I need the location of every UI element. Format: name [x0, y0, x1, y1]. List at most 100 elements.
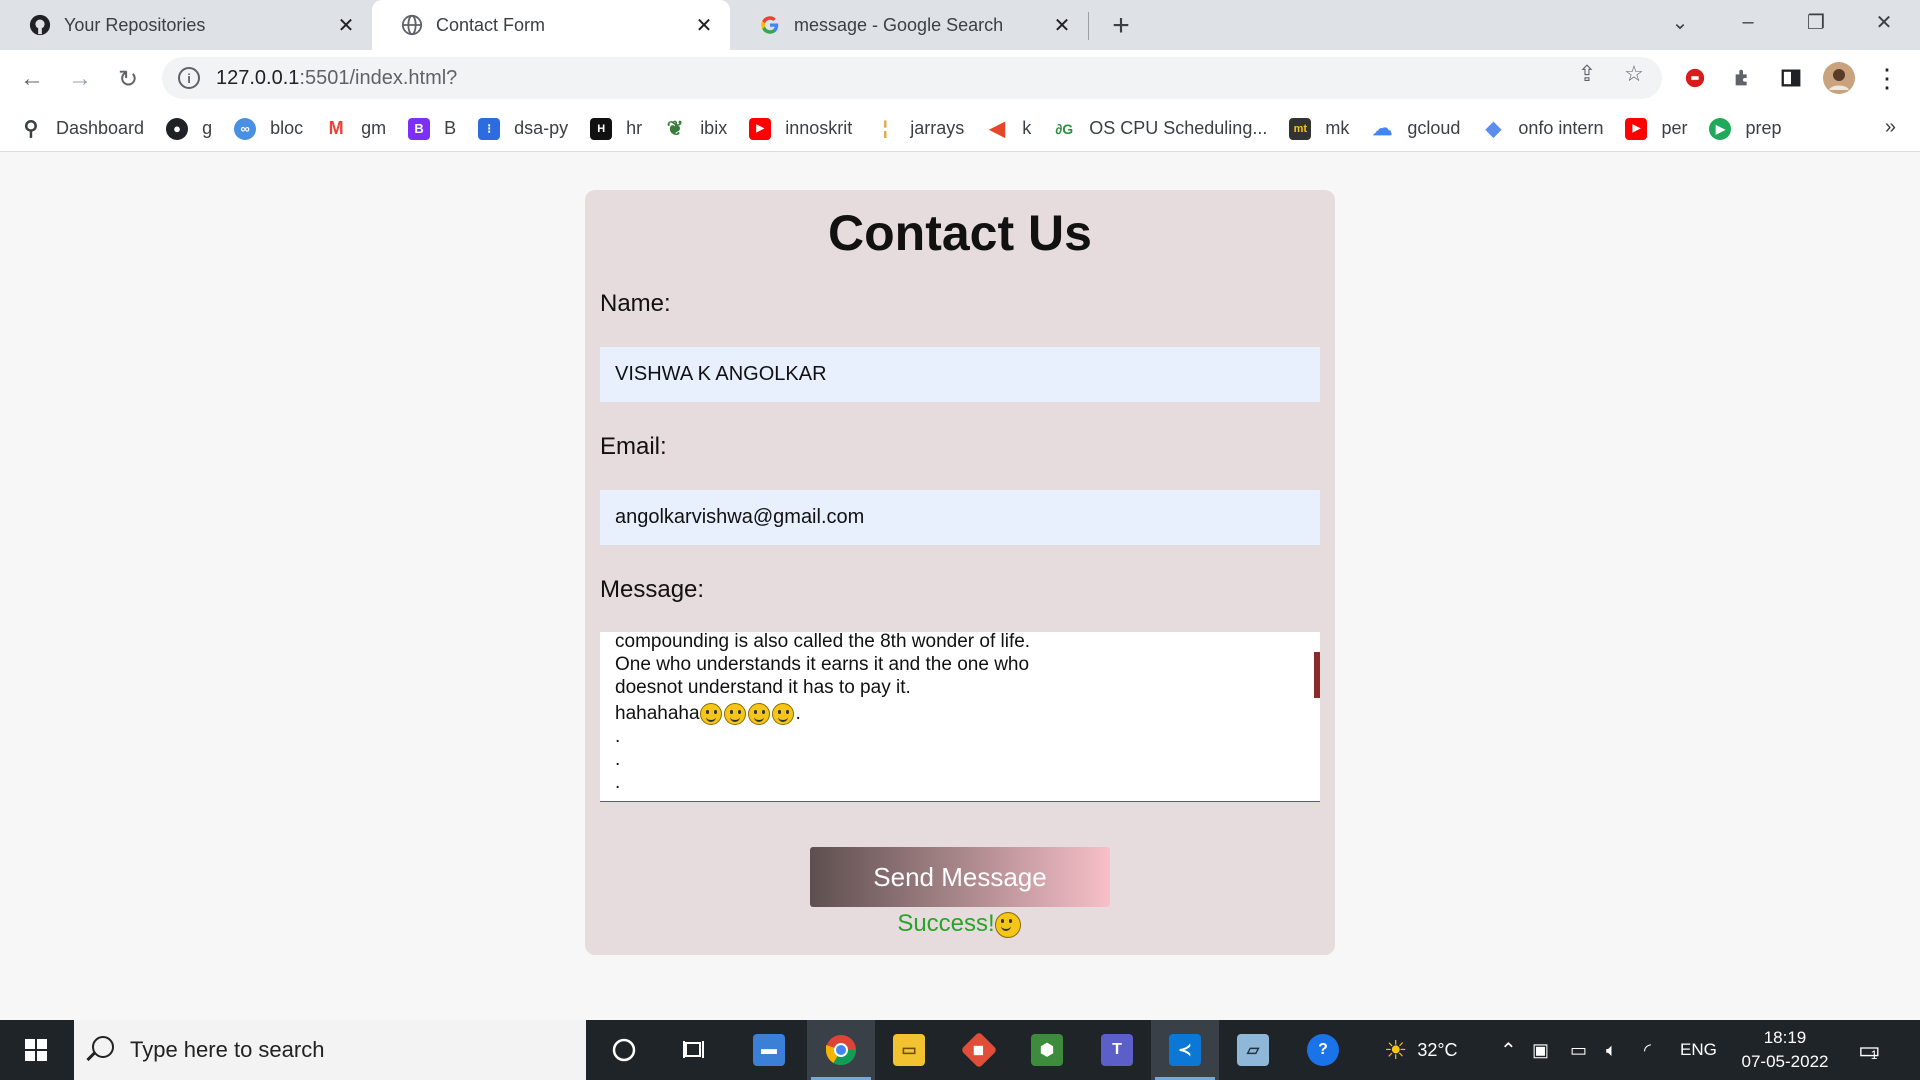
google-icon [758, 13, 782, 37]
battery-icon[interactable]: ▭ [1570, 1020, 1587, 1080]
tab-contact-form[interactable]: Contact Form ✕ [372, 0, 730, 50]
wifi-icon[interactable]: ◜ [1644, 1020, 1651, 1080]
bookmark-gm[interactable]: Mgm [325, 117, 386, 140]
bookmark-ibix[interactable]: ❦ ibix [664, 118, 727, 140]
reload-icon[interactable]: ↻ [111, 62, 145, 96]
send-message-button[interactable]: Send Message [810, 847, 1110, 907]
tab-google-search[interactable]: message - Google Search ✕ [730, 0, 1088, 50]
side-panel-icon[interactable] [1774, 61, 1808, 95]
task-view-icon[interactable] [660, 1020, 728, 1080]
bookmark-dashboard[interactable]: ⚲ Dashboard [20, 118, 144, 140]
more-bookmarks-icon[interactable]: » [1885, 116, 1896, 139]
email-label: Email: [600, 433, 667, 460]
close-window-button[interactable]: ✕ [1854, 0, 1914, 44]
help-app-icon[interactable]: ? [1289, 1020, 1357, 1080]
wink-emoji-icon [771, 702, 794, 725]
message-line: . [615, 749, 621, 770]
bookmark-prep[interactable]: ▶ prep [1709, 117, 1782, 140]
vscode-app-icon[interactable]: ≺ [1151, 1020, 1219, 1080]
extension-red-icon[interactable] [1678, 61, 1712, 95]
browser-toolbar: ← → ↻ i 127.0.0.1:5501/index.html? ⇪ ☆ ⋮ [0, 50, 1920, 106]
laptop-app-icon[interactable]: ▬ [735, 1020, 803, 1080]
new-tab-button[interactable]: + [1104, 9, 1138, 43]
bookmark-onfo-intern[interactable]: ◆ onfo intern [1482, 118, 1604, 140]
avatar[interactable] [1822, 61, 1856, 95]
bookmark-innoskrit[interactable]: ▶ innoskrit [749, 117, 852, 140]
notification-icon[interactable]: ▭ 1 [1858, 1020, 1881, 1080]
bookmarks-bar: ⚲ Dashboard ● g ∞ bloc Mgm BB ⁝ dsa-py Hhr ❦… [0, 106, 1920, 152]
wink-emoji-icon [723, 702, 746, 725]
tab-strip: Your Repositories ✕ Contact Form ✕ messa… [0, 0, 1920, 50]
bookmark-gcloud[interactable]: ☁ gcloud [1371, 118, 1460, 140]
leaf-icon: ❦ [666, 118, 684, 140]
node-app-icon[interactable]: ⬢ [1013, 1020, 1081, 1080]
bars-icon: ¦ [882, 118, 888, 138]
menu-icon[interactable]: ⋮ [1870, 61, 1904, 95]
bookmark-mk[interactable]: mt mk [1289, 117, 1349, 140]
cortana-icon[interactable] [590, 1020, 658, 1080]
success-message: Success! [585, 910, 1335, 938]
forward-icon[interactable]: → [63, 62, 97, 96]
bookmark-bloc[interactable]: ∞ bloc [234, 117, 303, 140]
name-label: Name: [600, 290, 671, 317]
message-line: One who understands it earns it and the … [615, 654, 1030, 675]
clock-date: 07-05-2022 [1741, 1052, 1829, 1071]
git-app-icon[interactable]: ◆ [945, 1020, 1013, 1080]
bookmark-g[interactable]: ● g [166, 117, 212, 140]
volume-icon[interactable]: 🔈︎ [1606, 1020, 1617, 1080]
close-icon[interactable]: ✕ [332, 11, 360, 39]
weather-icon: ☀ [1384, 1034, 1408, 1065]
notes-app-icon[interactable]: ▱ [1219, 1020, 1287, 1080]
bookmark-hr[interactable]: Hhr [590, 117, 642, 140]
file-explorer-icon[interactable]: ▭ [875, 1020, 943, 1080]
bookmark-k[interactable]: ◀ k [986, 118, 1032, 140]
share-icon[interactable]: ⇪ [1570, 57, 1604, 91]
contact-card: Contact Us Name: VISHWA K ANGOLKAR Email… [585, 190, 1335, 955]
windows-start-icon[interactable] [0, 1020, 72, 1080]
address-bar[interactable]: i 127.0.0.1:5501/index.html? [162, 57, 1662, 99]
tab-your-repositories[interactable]: Your Repositories ✕ [0, 0, 372, 50]
taskbar-search-input[interactable]: Type here to search [74, 1020, 586, 1080]
k-icon: ◀ [989, 118, 1005, 140]
tab-separator [1088, 12, 1089, 40]
minimize-button[interactable]: – [1718, 0, 1778, 44]
back-icon[interactable]: ← [15, 62, 49, 96]
chrome-app-icon[interactable] [807, 1020, 875, 1080]
diamond-icon: ◆ [1485, 118, 1502, 140]
tray-device-icon[interactable]: ▣ [1532, 1020, 1549, 1080]
puzzle-icon[interactable] [1726, 61, 1760, 95]
close-icon[interactable]: ✕ [690, 11, 718, 39]
email-input[interactable]: angolkarvishwa@gmail.com [600, 490, 1320, 545]
name-input[interactable]: VISHWA K ANGOLKAR [600, 347, 1320, 402]
github-icon [28, 13, 52, 37]
bookmark-star-icon[interactable]: ☆ [1617, 57, 1651, 91]
tab-title: message - Google Search [794, 14, 1004, 35]
clock-time: 18:19 [1763, 1028, 1807, 1047]
github-icon: ● [166, 117, 189, 140]
teams-app-icon[interactable]: T [1083, 1020, 1151, 1080]
tab-search-icon[interactable]: ⌄ [1650, 0, 1710, 44]
bookmark-os-cpu[interactable]: ∂G OS CPU Scheduling... [1053, 118, 1267, 140]
wink-emoji-icon [699, 702, 722, 725]
youtube-icon: ▶ [749, 117, 772, 140]
search-icon [92, 1036, 114, 1058]
message-line: doesnot understand it has to pay it. [615, 677, 911, 698]
clock[interactable]: 18:19 07-05-2022 [1730, 1026, 1840, 1074]
info-icon[interactable]: i [178, 67, 200, 89]
shield-icon: ▶ [1709, 117, 1732, 140]
bookmark-per[interactable]: ▶ per [1625, 117, 1687, 140]
bookmark-jarrays[interactable]: ¦ jarrays [874, 118, 965, 140]
close-icon[interactable]: ✕ [1048, 11, 1076, 39]
textarea-scrollbar[interactable] [1314, 652, 1320, 698]
tab-title: Contact Form [436, 14, 546, 35]
message-line: . [615, 726, 621, 747]
notification-count: 1 [1870, 1048, 1878, 1062]
restore-button[interactable]: ❐ [1786, 0, 1846, 44]
bookmark-dsa-py[interactable]: ⁝ dsa-py [478, 117, 568, 140]
weather-widget[interactable]: ☀ 32°C [1384, 1020, 1458, 1080]
bookmark-b[interactable]: BB [408, 117, 456, 140]
cloud-icon: ☁ [1372, 118, 1393, 140]
language-indicator[interactable]: ENG [1680, 1020, 1717, 1080]
message-textarea[interactable]: compounding is also called the 8th wonde… [600, 632, 1320, 802]
tray-chevron-icon[interactable]: ⌃ [1500, 1020, 1517, 1080]
